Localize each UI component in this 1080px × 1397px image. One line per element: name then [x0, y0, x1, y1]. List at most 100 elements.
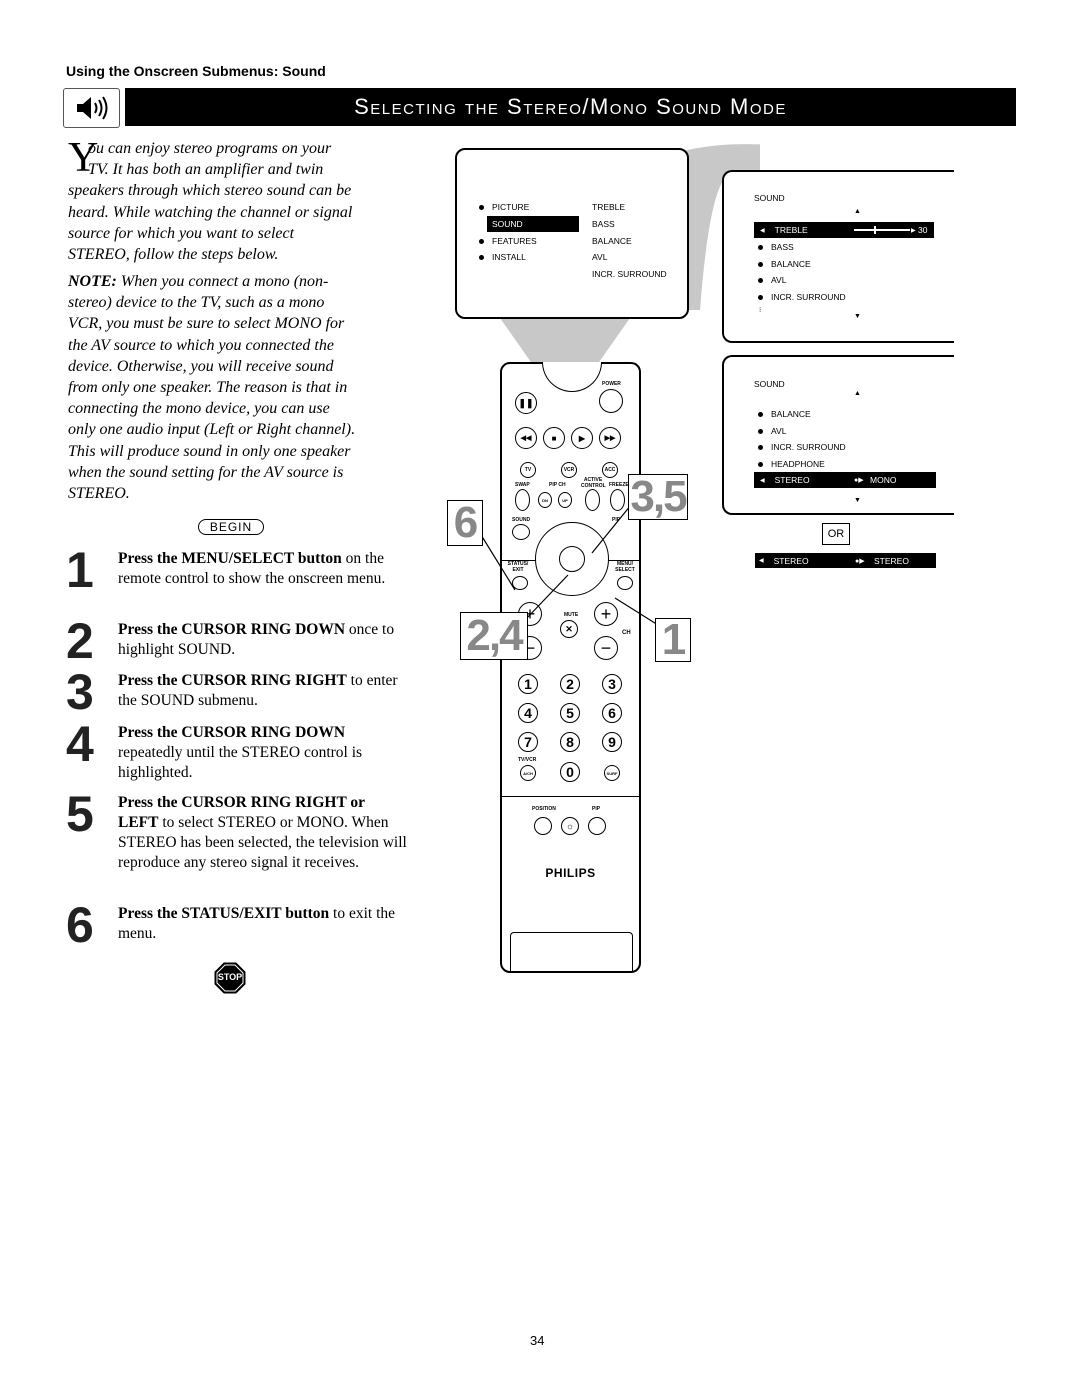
digit-0-button[interactable]: 0 [560, 762, 580, 782]
intro-line: speakers through which stereo sound can … [68, 182, 352, 200]
digit-7-button[interactable]: 7 [518, 732, 538, 752]
step-text: to select STEREO or MONO. When STEREO ha… [118, 814, 407, 871]
arrow-up-icon: ▲ [854, 390, 861, 397]
step-number: 5 [66, 786, 94, 842]
treble-label: TREBLE [774, 225, 808, 235]
power-button[interactable] [599, 389, 623, 413]
callout-steps-2-4: 2,4 [460, 611, 528, 660]
arrow-down-icon: ▼ [854, 497, 861, 504]
intro-line: STEREO, follow the steps below. [68, 246, 279, 264]
pause-button[interactable]: ❚❚ [515, 392, 537, 414]
stop-button[interactable]: ■ [543, 427, 565, 449]
note-line: When you connect a mono (non- [116, 273, 329, 290]
note-line: This will produce sound in only one spea… [68, 442, 351, 460]
begin-badge: BEGIN [198, 519, 264, 535]
page-number: 34 [530, 1333, 545, 1348]
stereo-row[interactable]: ◀ STEREO ●▶ MONO [754, 472, 936, 488]
digit-2-button[interactable]: 2 [560, 674, 580, 694]
stereo-value: STEREO [874, 555, 909, 566]
note-paragraph: NOTE: When you connect a mono (non- ster… [68, 271, 398, 504]
step-action: Press the MENU/SELECT button [118, 550, 342, 567]
intro-paragraph: ou can enjoy stereo programs on your TV.… [68, 138, 398, 265]
callout-steps-3-5: 3,5 [628, 472, 688, 521]
intro-line: ou can enjoy stereo programs on your [88, 140, 332, 157]
menu-item[interactable]: BASS [771, 242, 794, 252]
menu-item-picture[interactable]: PICTURE [479, 202, 529, 212]
play-button[interactable]: ▶ [571, 427, 593, 449]
digit-5-button[interactable]: 5 [560, 703, 580, 723]
speaker-icon [63, 88, 120, 128]
menu-item[interactable]: HEADPHONE [771, 459, 825, 469]
digit-4-button[interactable]: 4 [518, 703, 538, 723]
step-number: 6 [66, 897, 94, 953]
stop-label: STOP [217, 972, 243, 982]
note-line: VCR, you must be sure to select MONO for [68, 315, 345, 333]
submenu-item: BALANCE [592, 236, 632, 246]
step-action: Press the CURSOR RING DOWN [118, 621, 346, 638]
note-line: stereo) device to the TV, such as a mono [68, 294, 325, 312]
note-line: the AV source to which you connected the [68, 336, 334, 354]
menu-item-sound[interactable]: SOUND [479, 219, 523, 229]
treble-value: 30 [918, 225, 928, 235]
menu-item[interactable]: BALANCE [771, 259, 811, 269]
surf-button[interactable]: SURF [604, 765, 620, 781]
callout-step-1: 1 [655, 615, 691, 664]
step-action: Press the CURSOR RING RIGHT [118, 672, 347, 689]
rewind-button[interactable]: ◀◀ [515, 427, 537, 449]
menu-title: SOUND [754, 379, 785, 389]
light-button[interactable]: ☼ [561, 817, 579, 835]
ach-button[interactable]: A/CH [520, 765, 536, 781]
treble-row[interactable]: ◀ TREBLE ▶ 30 [754, 222, 934, 238]
sound-menu-screen-1: SOUND ▲ ◀ TREBLE ▶ 30 BASS BALANCE AVL IN… [722, 170, 954, 343]
step-number: 1 [66, 542, 94, 598]
intro-line: source for which you want to select [68, 224, 295, 242]
menu-item[interactable]: INCR. SURROUND [771, 292, 846, 302]
stop-sign-icon: STOP [214, 962, 246, 994]
menu-item[interactable]: BALANCE [771, 409, 811, 419]
menu-item[interactable]: INCR. SURROUND [771, 442, 846, 452]
position-button[interactable] [534, 817, 552, 835]
pip-button[interactable] [588, 817, 606, 835]
scroll-icon: ⁝ [759, 307, 762, 314]
note-line: device. Otherwise, you will receive soun… [68, 357, 334, 375]
intro-line: TV. It has both an amplifier and twin [88, 161, 324, 179]
stereo-label: STEREO [773, 555, 809, 566]
or-label: OR [822, 523, 850, 545]
step-number: 3 [66, 664, 94, 720]
section-title: Using the Onscreen Submenus: Sound [66, 63, 326, 79]
arrow-down-icon: ▼ [854, 313, 861, 320]
submenu-item: TREBLE [592, 202, 626, 212]
step-action: Press the CURSOR RING DOWN [118, 724, 346, 741]
digit-9-button[interactable]: 9 [602, 732, 622, 752]
step-text: repeatedly until the STEREO control is h… [118, 744, 363, 781]
digit-8-button[interactable]: 8 [560, 732, 580, 752]
digit-1-button[interactable]: 1 [518, 674, 538, 694]
step-number: 4 [66, 716, 94, 772]
step-action: Press the STATUS/EXIT button [118, 905, 330, 922]
sound-menu-screen-2: SOUND ▲ BALANCE AVL INCR. SURROUND HEADP… [722, 355, 954, 515]
stereo-label: STEREO [774, 475, 810, 485]
step-number: 2 [66, 613, 94, 669]
fast-forward-button[interactable]: ▶▶ [599, 427, 621, 449]
digit-3-button[interactable]: 3 [602, 674, 622, 694]
stereo-alt-row: ◀ STEREO ●▶ STEREO [755, 553, 936, 568]
arrow-up-icon: ▲ [854, 208, 861, 215]
note-line: STEREO. [68, 485, 130, 503]
treble-slider[interactable] [854, 229, 910, 231]
note-line: only one audio input (Left or Right chan… [68, 421, 356, 439]
digit-6-button[interactable]: 6 [602, 703, 622, 723]
submenu-item: AVL [592, 252, 608, 262]
menu-item-features[interactable]: FEATURES [479, 236, 537, 246]
submenu-item: BASS [592, 219, 615, 229]
note-label: NOTE: [68, 273, 117, 290]
menu-item[interactable]: AVL [771, 426, 786, 436]
menu-item[interactable]: AVL [771, 275, 786, 285]
note-line: when the sound setting for the AV source… [68, 463, 344, 481]
note-line: connecting the mono device, you can use [68, 400, 330, 418]
submenu-item: INCR. SURROUND [592, 269, 667, 279]
stereo-value: MONO [870, 475, 897, 485]
main-menu-screen: PICTURE SOUND FEATURES INSTALL TREBLE BA… [455, 148, 689, 319]
menu-item-install[interactable]: INSTALL [479, 252, 526, 262]
callout-step-6: 6 [447, 498, 483, 547]
intro-line: heard. While watching the channel or sig… [68, 203, 353, 221]
